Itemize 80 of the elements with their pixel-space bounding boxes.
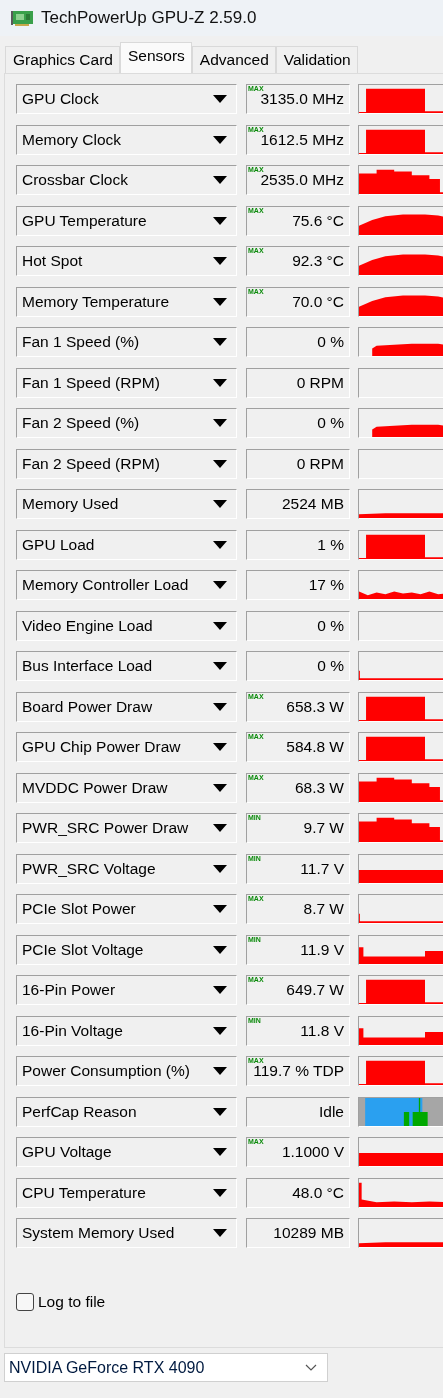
sensor-dropdown[interactable]: GPU Chip Power Draw [16,732,237,762]
sensor-value-field: 0 % [246,651,350,681]
sensor-value-field: Idle [246,1096,350,1127]
sensor-dropdown[interactable]: 16-Pin Power [16,975,237,1005]
tab[interactable]: Graphics Card [5,46,120,73]
sensor-dropdown[interactable]: Fan 2 Speed (RPM) [16,448,237,479]
sensor-value-field: 10289 MB [246,1218,350,1248]
caret-icon [213,95,227,103]
caret-icon [213,581,227,589]
sensor-dropdown[interactable]: GPU Load [16,529,237,560]
caret-icon [213,378,227,387]
sensor-value-field: 2524 MB [246,489,350,519]
sensor-dropdown[interactable]: Fan 2 Speed (%) [16,408,237,438]
tab[interactable]: Validation [275,46,358,73]
sensor-dropdown[interactable]: PWR_SRC Voltage [16,853,237,884]
sensor-value-field: 0 % [246,408,350,438]
caret-icon [213,1107,227,1116]
graphics-card-icon [11,9,33,27]
caret-icon [213,662,227,670]
sensor-value-field: 0 RPM [246,448,350,479]
caret-icon [213,783,227,792]
sensor-dropdown[interactable]: PCIe Slot Voltage [16,934,237,965]
caret-icon [213,743,227,751]
sensor-dropdown[interactable]: Power Consumption (%) [16,1056,237,1086]
caret-icon [213,216,227,225]
sensor-dropdown[interactable]: Memory Temperature [16,286,237,317]
sensor-value-field: 48.0 °C [246,1177,350,1208]
sensor-value-field: 0 RPM [246,367,350,398]
caret-icon [213,135,227,144]
caret-icon [213,257,227,265]
sensor-dropdown[interactable]: Bus Interface Load [16,651,237,681]
caret-icon [213,864,227,873]
window-title: TechPowerUp GPU-Z 2.59.0 [41,8,257,28]
gpu-dropdown[interactable]: NVIDIA GeForce RTX 4090 [4,1353,328,1382]
tab[interactable]: Sensors [119,42,192,73]
caret-icon [213,824,227,832]
sensor-dropdown[interactable]: Board Power Draw [16,691,237,722]
caret-icon [213,621,227,630]
sensor-dropdown[interactable]: Video Engine Load [16,610,237,641]
caret-icon [213,540,227,549]
caret-icon [213,297,227,306]
caret-icon [213,945,227,954]
caret-icon [213,905,227,913]
sensor-dropdown[interactable]: Fan 1 Speed (RPM) [16,367,237,398]
caret-icon [213,500,227,508]
sensor-value-field: 0 % [246,610,350,641]
caret-icon [213,1067,227,1075]
sensor-value-field: 0 % [246,327,350,357]
sensor-dropdown[interactable]: GPU Clock [16,84,237,114]
caret-icon [213,1148,227,1156]
caret-icon [213,1026,227,1035]
sensor-dropdown[interactable]: Memory Used [16,489,237,519]
sensor-dropdown[interactable]: GPU Voltage [16,1137,237,1167]
sensor-dropdown[interactable]: PWR_SRC Power Draw [16,813,237,843]
sensor-dropdown[interactable]: MVDDC Power Draw [16,772,237,803]
sensor-dropdown[interactable]: PCIe Slot Power [16,894,237,924]
caret-icon [213,986,227,994]
sensor-dropdown[interactable]: System Memory Used [16,1218,237,1248]
checkbox-label: Log to file [38,1293,106,1311]
sensor-dropdown[interactable]: CPU Temperature [16,1177,237,1208]
caret-icon [213,176,227,184]
checkbox[interactable] [16,1293,34,1311]
sensor-dropdown[interactable]: Fan 1 Speed (%) [16,327,237,357]
chevron-down-icon [305,1364,317,1371]
sensor-dropdown[interactable]: 16-Pin Voltage [16,1015,237,1046]
sensor-dropdown[interactable]: Crossbar Clock [16,165,237,195]
caret-icon [213,702,227,711]
sensor-dropdown[interactable]: PerfCap Reason [16,1096,237,1127]
sensor-value-field: 17 % [246,570,350,600]
sensor-dropdown[interactable]: Hot Spot [16,246,237,276]
sensor-dropdown[interactable]: Memory Clock [16,124,237,155]
caret-icon [213,1229,227,1237]
sensor-value-field: 1 % [246,529,350,560]
caret-icon [213,459,227,468]
sensor-dropdown[interactable]: GPU Temperature [16,205,237,236]
sensor-dropdown[interactable]: Memory Controller Load [16,570,237,600]
tab[interactable]: Advanced [191,46,276,73]
caret-icon [213,1188,227,1197]
caret-icon [213,419,227,427]
caret-icon [213,338,227,346]
